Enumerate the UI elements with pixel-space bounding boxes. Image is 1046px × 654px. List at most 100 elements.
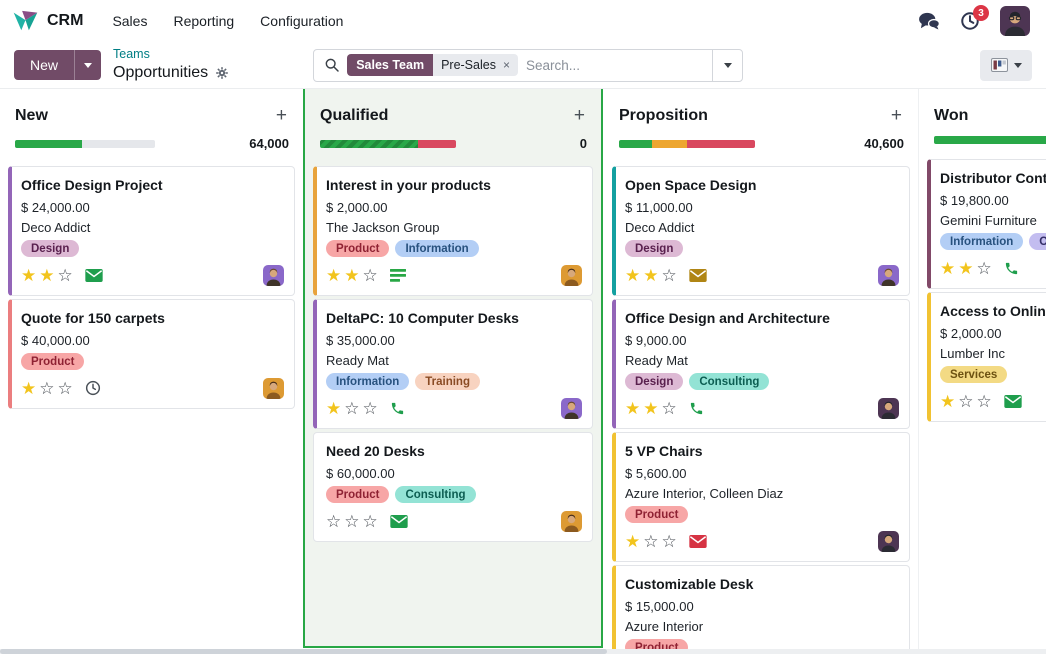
kanban-card[interactable]: Interest in your products$ 2,000.00The J…: [313, 166, 593, 296]
kanban-card[interactable]: Open Space Design$ 11,000.00Deco AddictD…: [612, 166, 910, 296]
progress-segment[interactable]: [15, 140, 82, 148]
card-footer: ★☆☆: [326, 397, 582, 419]
priority-star-icon[interactable]: ☆: [363, 267, 378, 284]
new-dropdown-caret-icon[interactable]: [74, 50, 101, 80]
scrollbar-thumb[interactable]: [0, 649, 607, 654]
card-partner-name: Lumber Inc: [940, 346, 1046, 361]
priority-star-icon[interactable]: ★: [326, 267, 341, 284]
priority-star-icon[interactable]: ☆: [326, 513, 341, 530]
menu-configuration[interactable]: Configuration: [247, 0, 356, 42]
card-expected-revenue: $ 35,000.00: [326, 333, 582, 348]
kanban-card[interactable]: Customizable Desk$ 15,000.00Azure Interi…: [612, 565, 910, 654]
search-options-caret-icon[interactable]: [712, 50, 742, 81]
priority-star-icon[interactable]: ☆: [662, 533, 677, 550]
new-button[interactable]: New: [14, 50, 74, 80]
card-tags: Services: [940, 366, 1046, 383]
progress-segment[interactable]: [687, 140, 755, 148]
crm-app-logo-icon[interactable]: [12, 9, 39, 33]
activities-clock-icon[interactable]: 3: [960, 11, 980, 31]
priority-star-icon[interactable]: ☆: [58, 267, 73, 284]
card-footer: ★☆☆: [21, 377, 284, 399]
view-settings-gear-icon[interactable]: [215, 66, 229, 80]
priority-star-icon[interactable]: ★: [625, 267, 640, 284]
priority-star-icon[interactable]: ☆: [643, 533, 658, 550]
priority-star-icon[interactable]: ☆: [344, 513, 359, 530]
add-record-plus-icon[interactable]: +: [274, 106, 289, 125]
envelope-activity-icon[interactable]: [689, 269, 707, 282]
priority-star-icon[interactable]: ★: [39, 267, 54, 284]
kanban-column-won: Won+Distributor Contract$ 19,800.00Gemin…: [918, 89, 1046, 654]
add-record-plus-icon[interactable]: +: [889, 106, 904, 125]
tag-services: Services: [940, 366, 1007, 383]
kanban-card[interactable]: Access to Online Catalog$ 2,000.00Lumber…: [927, 292, 1046, 422]
priority-star-icon[interactable]: ★: [344, 267, 359, 284]
priority-star-icon[interactable]: ★: [21, 380, 36, 397]
top-navbar: CRM Sales Reporting Configuration 3: [0, 0, 1046, 42]
kanban-card[interactable]: Distributor Contract$ 19,800.00Gemini Fu…: [927, 159, 1046, 289]
clock-activity-icon[interactable]: [85, 380, 101, 396]
priority-star-icon[interactable]: ★: [21, 267, 36, 284]
view-switcher-button[interactable]: [980, 50, 1032, 81]
priority-star-icon[interactable]: ☆: [958, 393, 973, 410]
priority-star-icon[interactable]: ☆: [363, 400, 378, 417]
priority-star-icon[interactable]: ★: [643, 267, 658, 284]
priority-star-icon[interactable]: ☆: [39, 380, 54, 397]
priority-star-icon[interactable]: ★: [643, 400, 658, 417]
phone-activity-icon[interactable]: [689, 401, 704, 416]
kanban-card[interactable]: 5 VP Chairs$ 5,600.00Azure Interior, Col…: [612, 432, 910, 562]
priority-star-icon[interactable]: ★: [625, 533, 640, 550]
progress-segment[interactable]: [652, 140, 687, 148]
progress-segment[interactable]: [619, 140, 652, 148]
envelope-activity-icon[interactable]: [85, 269, 103, 282]
app-name[interactable]: CRM: [47, 12, 83, 30]
menu-reporting[interactable]: Reporting: [160, 0, 247, 42]
priority-star-icon[interactable]: ★: [625, 400, 640, 417]
priority-star-icon[interactable]: ★: [940, 393, 955, 410]
list-activity-icon[interactable]: [390, 269, 406, 282]
kanban-card[interactable]: Office Design Project$ 24,000.00Deco Add…: [8, 166, 295, 296]
progress-segment[interactable]: [934, 136, 1046, 144]
column-progress-bar[interactable]: [320, 140, 456, 148]
horizontal-scrollbar[interactable]: [0, 649, 1046, 654]
column-cards: Interest in your products$ 2,000.00The J…: [305, 151, 601, 542]
priority-star-icon[interactable]: ☆: [662, 267, 677, 284]
kanban-card[interactable]: DeltaPC: 10 Computer Desks$ 35,000.00Rea…: [313, 299, 593, 429]
progress-segment[interactable]: [320, 140, 418, 148]
search-input[interactable]: [518, 58, 712, 73]
progress-segment[interactable]: [82, 140, 155, 148]
search-icon: [324, 57, 340, 73]
priority-star-icon[interactable]: ☆: [977, 393, 992, 410]
priority-star-icon[interactable]: ☆: [363, 513, 378, 530]
card-footer: ★☆☆: [625, 530, 899, 552]
kanban-card[interactable]: Quote for 150 carpets$ 40,000.00Product★…: [8, 299, 295, 409]
envelope-activity-icon[interactable]: [689, 535, 707, 548]
priority-star-icon[interactable]: ☆: [977, 260, 992, 277]
view-switcher-caret-icon: [1014, 63, 1022, 68]
priority-star-icon[interactable]: ☆: [58, 380, 73, 397]
column-progress-bar[interactable]: [619, 140, 755, 148]
phone-activity-icon[interactable]: [390, 401, 405, 416]
envelope-activity-icon[interactable]: [1004, 395, 1022, 408]
priority-star-icon[interactable]: ★: [958, 260, 973, 277]
envelope-activity-icon[interactable]: [390, 515, 408, 528]
column-title: New: [15, 107, 48, 125]
facet-remove-icon[interactable]: ×: [503, 58, 510, 72]
menu-sales[interactable]: Sales: [99, 0, 160, 42]
progress-segment[interactable]: [418, 140, 456, 148]
breadcrumb-teams-link[interactable]: Teams: [113, 47, 229, 63]
phone-activity-icon[interactable]: [1004, 261, 1019, 276]
kanban-column-proposition: Proposition+40,600Open Space Design$ 11,…: [603, 89, 918, 654]
column-progress-bar[interactable]: [15, 140, 155, 148]
add-record-plus-icon[interactable]: +: [572, 106, 587, 125]
user-avatar[interactable]: [1000, 6, 1030, 36]
priority-star-icon[interactable]: ☆: [344, 400, 359, 417]
priority-star-icon[interactable]: ☆: [662, 400, 677, 417]
column-expected-revenue: 40,600: [864, 136, 904, 151]
column-progress-bar[interactable]: [934, 136, 1046, 144]
kanban-card[interactable]: Office Design and Architecture$ 9,000.00…: [612, 299, 910, 429]
card-expected-revenue: $ 15,000.00: [625, 599, 899, 614]
priority-star-icon[interactable]: ★: [326, 400, 341, 417]
discuss-chat-icon[interactable]: [918, 12, 940, 30]
priority-star-icon[interactable]: ★: [940, 260, 955, 277]
kanban-card[interactable]: Need 20 Desks$ 60,000.00ProductConsultin…: [313, 432, 593, 542]
